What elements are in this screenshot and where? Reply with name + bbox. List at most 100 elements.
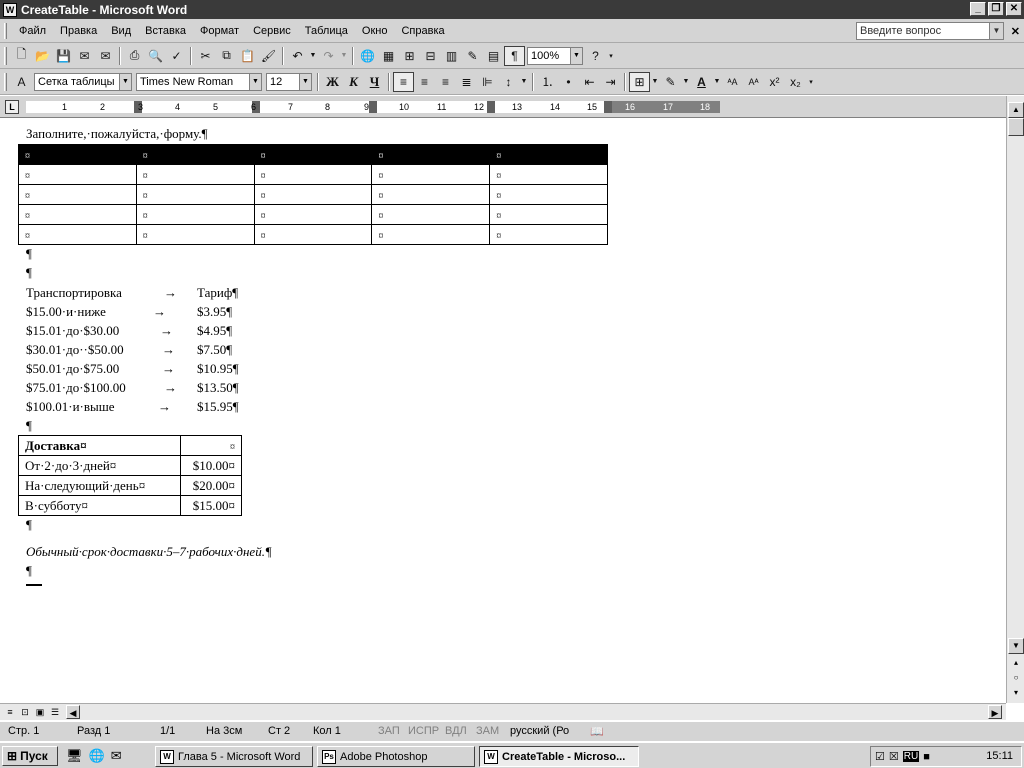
scroll-up-icon[interactable]: ▲ [1008,102,1024,118]
menu-format[interactable]: Формат [193,25,246,37]
hyperlink-icon[interactable]: 🌐 [357,46,378,66]
toolbar-grip[interactable] [4,46,7,65]
style-select[interactable]: Сетка таблицы ▼ [34,72,132,91]
tariff-header-value[interactable]: Тариф¶ [197,285,238,301]
previous-page-icon[interactable]: ▴ [1008,656,1024,672]
chevron-down-icon[interactable]: ▼ [989,23,1003,39]
start-button[interactable]: ⊞ Пуск [2,746,58,766]
delivery-row[interactable]: В·субботу¤ $15.00¤ [17,495,242,516]
form-cell[interactable]: ¤ [371,224,491,245]
superscript-icon[interactable]: x² [764,72,785,92]
tariff-price[interactable]: $13.50¶ [197,380,239,396]
tariff-range[interactable]: $15.00·и·ниже [26,304,106,320]
font-color-dropdown-icon[interactable]: ▼ [712,72,722,92]
form-row[interactable]: ¤ ¤ ¤ ¤ ¤ [18,224,608,245]
tariff-price[interactable]: $10.95¶ [197,361,239,377]
toolbar-options-icon[interactable]: ▾ [806,72,816,92]
column-marker[interactable] [369,101,377,113]
line-spacing-dropdown-icon[interactable]: ▼ [519,72,529,92]
tariff-price[interactable]: $7.50¶ [197,342,232,358]
undo-icon[interactable]: ↶ [287,46,308,66]
delivery-note[interactable]: Обычный·срок·доставки·5–7·рабочих·дней.¶ [26,544,272,560]
zoom-select[interactable]: 100% ▼ [527,46,583,65]
minimize-button[interactable]: _ [970,2,986,16]
menu-help[interactable]: Справка [394,25,451,37]
tariff-range[interactable]: $30.01·до··$50.00 [26,342,124,358]
tariff-range[interactable]: $50.01·до·$75.00 [26,361,119,377]
form-row[interactable]: ¤ ¤ ¤ ¤ ¤ [18,204,608,225]
status-ovr[interactable]: ЗАМ [476,725,499,737]
status-ext[interactable]: ВДЛ [445,725,467,737]
font-select[interactable]: Times New Roman ▼ [136,72,262,91]
menu-grip[interactable] [4,22,7,39]
form-cell[interactable]: ¤ [135,144,255,165]
chevron-down-icon[interactable]: ▼ [249,73,261,90]
form-cell[interactable]: ¤ [371,164,491,185]
delivery-table[interactable]: Доставка¤ ¤ От·2·до·3·дней¤ $10.00¤ На·с… [17,435,242,516]
bold-icon[interactable]: Ж [322,72,343,92]
tray-app-icon[interactable]: ☑ [875,750,885,763]
web-view-icon[interactable]: ⊡ [18,705,32,719]
form-cell[interactable]: ¤ [18,224,137,245]
menu-file[interactable]: Файл [12,25,53,37]
delivery-header-empty-cell[interactable]: ¤ [180,435,242,456]
tariff-range[interactable]: $15.01·до·$30.00 [26,323,119,339]
chevron-down-icon[interactable]: ▼ [119,73,131,90]
volume-icon[interactable]: ■ [923,751,930,763]
menu-insert[interactable]: Вставка [138,25,193,37]
help-icon[interactable]: ? [585,46,606,66]
redo-dropdown-icon[interactable]: ▼ [339,46,349,66]
form-cell[interactable]: ¤ [135,224,255,245]
horizontal-ruler[interactable]: L 1 2 3 4 5 6 7 8 9 10 11 12 13 14 15 16… [0,96,1024,118]
justify-icon[interactable]: ≣ [456,72,477,92]
toolbar-grip[interactable] [4,72,7,91]
undo-dropdown-icon[interactable]: ▼ [308,46,318,66]
outline-view-icon[interactable]: ☰ [48,705,62,719]
form-cell[interactable]: ¤ [371,144,491,165]
tables-borders-icon[interactable]: ▦ [378,46,399,66]
form-cell[interactable]: ¤ [135,184,255,205]
subscript-icon[interactable]: x₂ [785,72,806,92]
restore-button[interactable]: ❐ [988,2,1004,16]
tariff-range[interactable]: $100.01·и·выше [26,399,115,415]
form-row[interactable]: ¤ ¤ ¤ ¤ ¤ [18,164,608,185]
taskbar-task[interactable]: W Глава 5 - Microsoft Word [155,746,313,767]
cut-icon[interactable]: ✂ [195,46,216,66]
paste-icon[interactable]: 📋 [237,46,258,66]
ask-question-input[interactable]: Введите вопрос ▼ [856,22,1004,40]
form-cell[interactable]: ¤ [18,184,137,205]
delivery-price[interactable]: $10.00¤ [180,455,242,476]
form-cell[interactable]: ¤ [18,204,137,225]
form-header-row[interactable]: ¤ ¤ ¤ ¤ ¤ [18,144,608,165]
highlight-dropdown-icon[interactable]: ▼ [681,72,691,92]
document-map-icon[interactable]: ▤ [483,46,504,66]
font-size-select[interactable]: 12 ▼ [266,72,312,91]
scroll-down-icon[interactable]: ▼ [1008,638,1024,654]
outlook-icon[interactable]: ✉ [111,748,122,764]
numbering-icon[interactable]: ⒈ [537,72,558,92]
column-marker[interactable] [487,101,495,113]
shrink-font-icon[interactable]: Aᴬ [743,72,764,92]
form-cell[interactable]: ¤ [18,164,137,185]
delivery-price[interactable]: $20.00¤ [180,475,242,496]
form-cell[interactable]: ¤ [489,224,608,245]
form-cell[interactable]: ¤ [489,144,608,165]
delivery-row[interactable]: От·2·до·3·дней¤ $10.00¤ [17,455,242,476]
redo-icon[interactable]: ↷ [318,46,339,66]
align-right-icon[interactable]: ≡ [435,72,456,92]
normal-view-icon[interactable]: ≡ [3,705,17,719]
tariff-price[interactable]: $15.95¶ [197,399,239,415]
form-cell[interactable]: ¤ [253,204,373,225]
align-left-icon[interactable]: ≡ [393,71,414,92]
document-close-icon[interactable]: ✕ [1011,25,1020,38]
open-folder-icon[interactable]: 📂 [32,46,53,66]
styles-formatting-icon[interactable]: A [11,72,32,92]
form-cell[interactable]: ¤ [135,164,255,185]
form-cell[interactable]: ¤ [371,204,491,225]
delivery-price[interactable]: $15.00¤ [180,495,242,516]
delivery-option[interactable]: В·субботу¤ [17,495,182,516]
save-icon[interactable]: 💾 [53,46,74,66]
toolbar-options-icon[interactable]: ▾ [606,46,616,66]
insert-excel-icon[interactable]: ⊟ [420,46,441,66]
permission-icon[interactable]: ✉ [74,46,95,66]
